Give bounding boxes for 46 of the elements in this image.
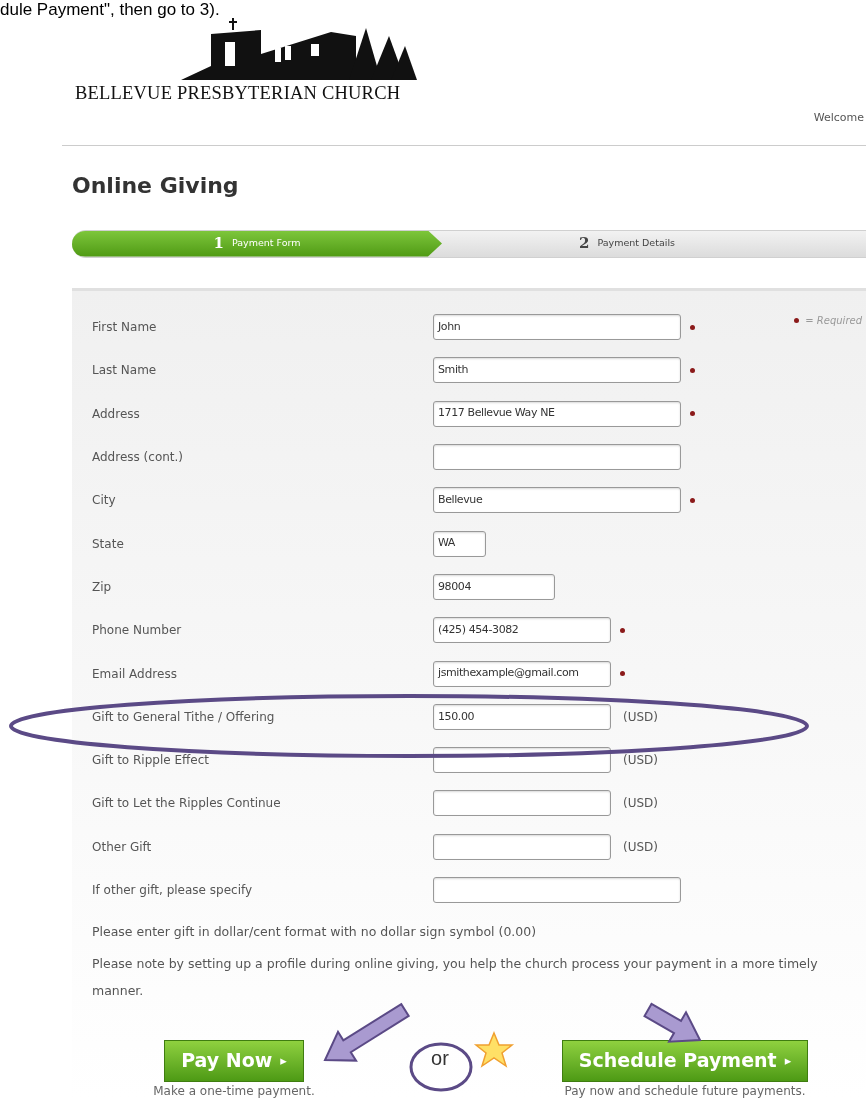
text-field[interactable]: WA [433,530,486,557]
text-field[interactable] [433,444,681,471]
field-label: If other gift, please specify [92,882,254,899]
currency-label: (USD) [623,838,658,856]
field-label: Gift to Let the Ripples Continue [92,795,282,813]
text-field[interactable]: Bellevue [433,487,681,514]
currency-label: (USD) [623,795,658,813]
field-label: Gift to General Tithe / Offering [92,708,276,726]
church-name: BELLEVUE PRESBYTERIAN CHURCH [75,82,401,104]
pointer-arrow [643,1002,702,1043]
field-label: Email Address [92,665,178,683]
text-field[interactable]: John [433,314,681,341]
caption-text: dule Payment", then go to 3). [0,0,220,19]
field-label: Address [92,405,141,423]
text-field[interactable]: 150.00 [433,703,611,730]
format-note: Please enter gift in dollar/cent format with no dollar sign symbol (0.00) [92,922,538,941]
field-label: State [92,535,125,553]
field-label: Last Name [92,362,158,380]
page-title: Online Giving [72,171,240,200]
field-label: Phone Number [92,622,183,640]
field-label: City [92,492,117,510]
currency-label: (USD) [623,752,658,770]
text-field[interactable]: 1717 Bellevue Way NE [433,400,681,427]
field-label: Zip [92,578,113,596]
currency-label: (USD) [623,708,658,726]
profile-note: Please note by setting up a profile during online giving, you help the church process your payment in a more timely manner. [92,954,819,1000]
or-text: or [431,1045,449,1070]
text-field[interactable] [433,877,681,903]
text-field[interactable]: 98004 [433,573,555,600]
highlight-circle [409,1042,473,1092]
text-field[interactable]: (425) 454-3082 [433,617,611,644]
button-caption: Pay now and schedule future payments. [564,1083,806,1099]
required-legend: = Required [805,312,862,328]
button-caption: Make a one-time payment. [153,1083,315,1099]
progress-step: 2 Payment Details [442,230,812,257]
field-label: Address (cont.) [92,449,185,467]
text-field[interactable]: jsmithexample@gmail.com [433,660,611,687]
progress-step: 1 Payment Form [72,230,442,257]
text-field[interactable] [433,790,611,817]
field-label: Other Gift [92,838,153,856]
star-icon [473,1031,515,1068]
field-label: Gift to Ripple Effect [92,752,210,770]
welcome-text: Welcome [813,110,864,126]
field-label: First Name [92,319,158,337]
text-field[interactable] [433,833,611,860]
text-field[interactable]: Smith [433,357,681,384]
